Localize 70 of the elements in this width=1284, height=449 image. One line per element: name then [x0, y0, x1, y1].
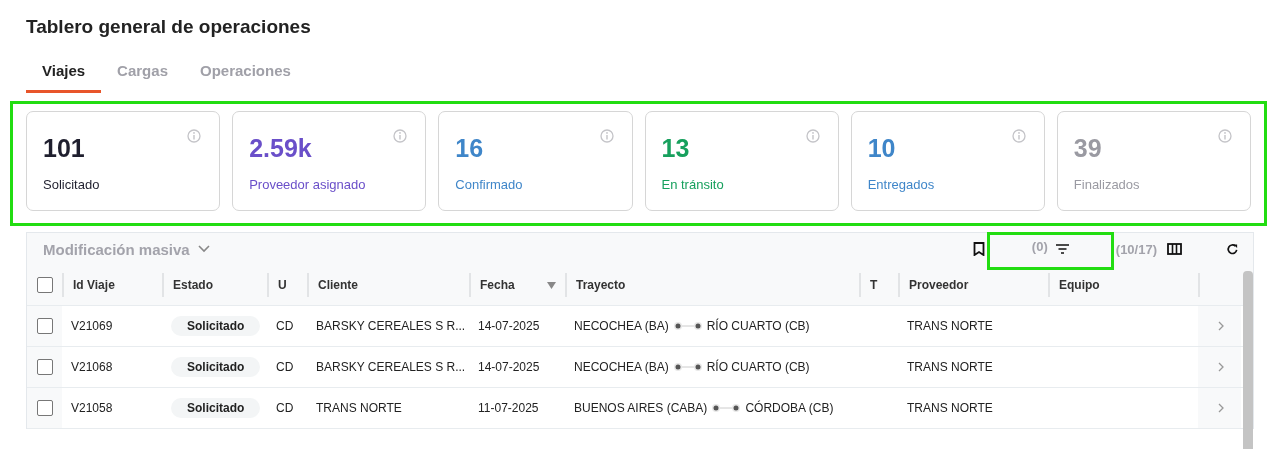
chevron-right-icon[interactable] — [1218, 321, 1224, 331]
stat-value: 39 — [1073, 134, 1102, 163]
select-all-checkbox[interactable] — [36, 277, 53, 293]
table-cell-text: 11-07-2025 — [477, 401, 540, 415]
column-header[interactable]: Id Viaje — [62, 273, 162, 297]
stat-value: 10 — [867, 134, 896, 163]
column-header[interactable]: T — [859, 273, 898, 297]
table-cell-text: TRANS NORTE — [906, 319, 994, 333]
column-header[interactable]: U — [267, 273, 307, 297]
chevron-right-icon[interactable] — [1218, 403, 1224, 413]
route-line-icon — [711, 403, 742, 413]
scrollbar[interactable] — [1243, 271, 1253, 449]
stat-label: Finalizados — [1073, 177, 1141, 192]
table-cell-text: TRANS NORTE — [315, 401, 403, 415]
table-cell-text: V21068 — [70, 360, 114, 374]
column-header[interactable]: Cliente — [307, 273, 469, 297]
row-checkbox[interactable] — [36, 318, 53, 334]
info-icon[interactable] — [1218, 129, 1232, 143]
bookmark-icon — [972, 242, 985, 256]
table-cell-text: BARSKY CEREALES S R... — [315, 319, 467, 333]
route-origin: NECOCHEA (BA) — [574, 319, 669, 333]
table-cell-text: TRANS NORTE — [906, 360, 994, 374]
stat-value: 16 — [455, 134, 484, 163]
route-origin: NECOCHEA (BA) — [574, 360, 669, 374]
table-cell-text: BARSKY CEREALES S R... — [315, 360, 467, 374]
page-title: Tablero general de operaciones — [26, 16, 312, 38]
table-cell-text: CD — [275, 360, 295, 374]
sort-icon[interactable] — [547, 281, 556, 289]
route-destination: RÍO CUARTO (CB) — [706, 319, 810, 333]
chevron-right-icon[interactable] — [1218, 362, 1224, 372]
refresh-icon — [1226, 242, 1239, 256]
tab[interactable]: Viajes — [26, 56, 102, 93]
columns-icon — [1167, 243, 1182, 255]
table-cell-text: V21058 — [70, 401, 114, 415]
route-destination: CÓRDOBA (CB) — [745, 401, 834, 415]
stat-label: Proveedor asignado — [249, 177, 367, 192]
info-icon[interactable] — [805, 129, 820, 143]
table-cell-text: V21069 — [70, 319, 114, 333]
stat-label: Solicitado — [43, 177, 101, 192]
table-cell-text: CD — [275, 401, 295, 415]
info-icon[interactable] — [393, 129, 408, 143]
table-cell-text: TRANS NORTE — [906, 401, 994, 415]
status-tag: Solicitado — [171, 398, 261, 418]
route-origin: BUENOS AIRES (CABA) — [574, 401, 708, 415]
column-header[interactable]: Proveedor — [898, 273, 1048, 297]
stat-label: Confirmado — [455, 177, 524, 192]
row-checkbox[interactable] — [36, 400, 53, 416]
filter-icon — [1055, 244, 1069, 254]
stat-value: 101 — [43, 134, 85, 163]
column-header[interactable]: Fecha — [469, 273, 565, 297]
column-header[interactable]: Equipo — [1048, 273, 1198, 297]
chevron-down-icon — [197, 245, 210, 253]
column-header[interactable]: Trayecto — [565, 273, 859, 297]
stat-label: En tránsito — [661, 177, 725, 192]
info-icon[interactable] — [187, 129, 202, 143]
table-cell-text: 14-07-2025 — [477, 319, 541, 333]
info-icon[interactable] — [599, 129, 614, 143]
route-line-icon — [672, 362, 703, 372]
table-cell-text: CD — [275, 319, 295, 333]
stat-value: 13 — [661, 134, 690, 163]
table-cell-text: 14-07-2025 — [477, 360, 541, 374]
route-destination: RÍO CUARTO (CB) — [706, 360, 810, 374]
status-tag: Solicitado — [171, 357, 261, 377]
stat-value: 2.59k — [249, 134, 312, 163]
status-tag: Solicitado — [171, 316, 261, 336]
row-checkbox[interactable] — [36, 359, 53, 375]
route-line-icon — [672, 321, 703, 331]
column-header[interactable]: Estado — [162, 273, 267, 297]
stat-label: Entregados — [867, 177, 936, 192]
info-icon[interactable] — [1011, 129, 1026, 143]
